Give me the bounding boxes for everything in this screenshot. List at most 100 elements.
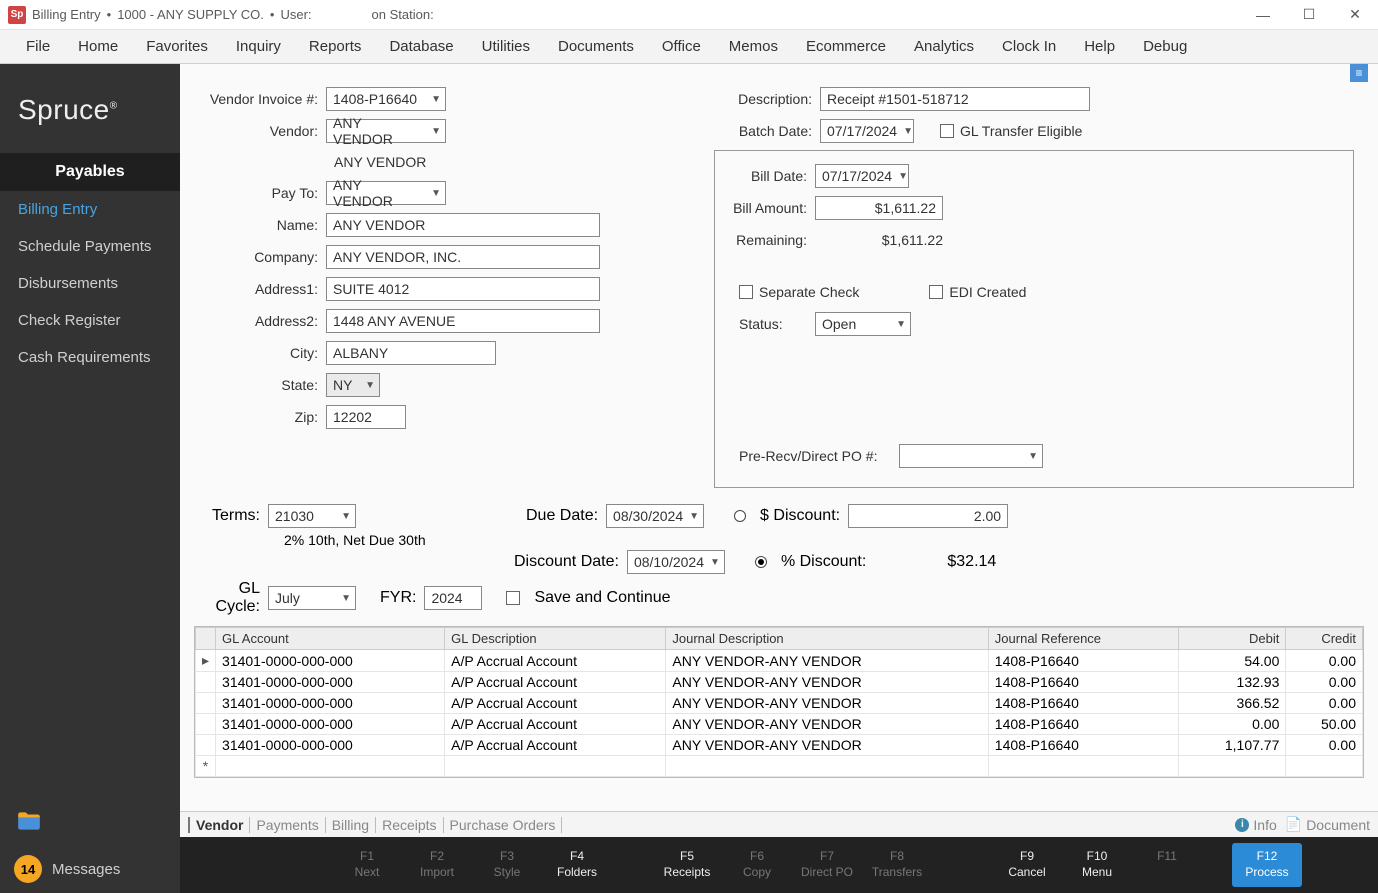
info-button[interactable]: iInfo bbox=[1235, 817, 1276, 833]
table-new-row[interactable]: * bbox=[196, 756, 1363, 777]
payto-select[interactable]: ANY VENDOR▼ bbox=[326, 181, 446, 205]
menu-database[interactable]: Database bbox=[375, 38, 467, 55]
gl-grid[interactable]: GL AccountGL DescriptionJournal Descript… bbox=[194, 626, 1364, 778]
tab-receipts[interactable]: Receipts bbox=[376, 817, 443, 833]
edi-created-checkbox[interactable] bbox=[929, 285, 943, 299]
menu-debug[interactable]: Debug bbox=[1129, 38, 1201, 55]
fkey-f4[interactable]: F4Folders bbox=[542, 843, 612, 886]
batchdate-select[interactable]: 07/17/2024▼ bbox=[820, 119, 914, 143]
state-select[interactable]: NY▼ bbox=[326, 373, 380, 397]
sidebar-item-schedule-payments[interactable]: Schedule Payments bbox=[0, 228, 180, 265]
menu-ecommerce[interactable]: Ecommerce bbox=[792, 38, 900, 55]
label-remaining: Remaining: bbox=[729, 232, 815, 248]
dollar-discount-radio[interactable] bbox=[734, 510, 746, 522]
grid-header[interactable]: Credit bbox=[1286, 628, 1363, 650]
separate-check-checkbox[interactable] bbox=[739, 285, 753, 299]
company-input[interactable] bbox=[326, 245, 600, 269]
grid-header[interactable]: GL Account bbox=[216, 628, 445, 650]
table-row[interactable]: ▸31401-0000-000-000A/P Accrual AccountAN… bbox=[196, 650, 1363, 672]
address1-input[interactable] bbox=[326, 277, 600, 301]
fkey-f3: F3Style bbox=[472, 843, 542, 886]
dollar-discount-input[interactable] bbox=[848, 504, 1008, 528]
menu-documents[interactable]: Documents bbox=[544, 38, 648, 55]
folder-icon[interactable] bbox=[16, 808, 180, 839]
table-row[interactable]: 31401-0000-000-000A/P Accrual AccountANY… bbox=[196, 714, 1363, 735]
menu-file[interactable]: File bbox=[12, 38, 64, 55]
discountdate-select[interactable]: 08/10/2024▼ bbox=[627, 550, 725, 574]
fkey-f12[interactable]: F12Process bbox=[1232, 843, 1302, 886]
tab-billing[interactable]: Billing bbox=[326, 817, 376, 833]
document-button[interactable]: 📄Document bbox=[1285, 816, 1370, 833]
status-select[interactable]: Open▼ bbox=[815, 312, 911, 336]
sidebar-item-billing-entry[interactable]: Billing Entry bbox=[0, 191, 180, 228]
menu-reports[interactable]: Reports bbox=[295, 38, 376, 55]
vendor-invoice-select[interactable]: 1408-P16640▼ bbox=[326, 87, 446, 111]
pct-discount-value: $32.14 bbox=[874, 553, 996, 571]
window-close[interactable]: ✕ bbox=[1332, 0, 1378, 30]
table-row[interactable]: 31401-0000-000-000A/P Accrual AccountANY… bbox=[196, 735, 1363, 756]
menu-clock-in[interactable]: Clock In bbox=[988, 38, 1070, 55]
messages-label: Messages bbox=[52, 861, 120, 878]
table-row[interactable]: 31401-0000-000-000A/P Accrual AccountANY… bbox=[196, 672, 1363, 693]
label-zip: Zip: bbox=[204, 409, 326, 425]
glcycle-select[interactable]: July▼ bbox=[268, 586, 356, 610]
label-batchdate: Batch Date: bbox=[714, 123, 820, 139]
menu-home[interactable]: Home bbox=[64, 38, 132, 55]
chevron-down-icon: ▼ bbox=[341, 511, 351, 522]
window-minimize[interactable]: — bbox=[1240, 0, 1286, 30]
fkey-f5[interactable]: F5Receipts bbox=[652, 843, 722, 886]
label-pct-discount: % Discount: bbox=[781, 553, 866, 571]
menu-analytics[interactable]: Analytics bbox=[900, 38, 988, 55]
address2-input[interactable] bbox=[326, 309, 600, 333]
fyr-input[interactable] bbox=[424, 586, 482, 610]
title-sep: • bbox=[101, 7, 118, 22]
tab-vendor[interactable]: Vendor bbox=[188, 817, 250, 833]
label-savecontinue: Save and Continue bbox=[534, 589, 670, 607]
description-input[interactable] bbox=[820, 87, 1090, 111]
fkey-f8: F8Transfers bbox=[862, 843, 932, 886]
messages-row[interactable]: 14 Messages bbox=[0, 845, 180, 893]
panel-toggle-icon[interactable]: ≡ bbox=[1350, 64, 1368, 82]
prerecv-select[interactable]: ▼ bbox=[899, 444, 1043, 468]
menu-favorites[interactable]: Favorites bbox=[132, 38, 222, 55]
label-dollar-discount: $ Discount: bbox=[760, 507, 840, 525]
menu-memos[interactable]: Memos bbox=[715, 38, 792, 55]
fkey-f11: F11 bbox=[1132, 843, 1202, 886]
pct-discount-radio[interactable] bbox=[755, 556, 767, 568]
remaining-value: $1,611.22 bbox=[815, 232, 943, 248]
label-edicreated: EDI Created bbox=[949, 284, 1026, 300]
menubar: FileHomeFavoritesInquiryReportsDatabaseU… bbox=[0, 30, 1378, 64]
terms-select[interactable]: 21030▼ bbox=[268, 504, 356, 528]
label-description: Description: bbox=[714, 91, 820, 107]
tab-payments[interactable]: Payments bbox=[250, 817, 325, 833]
menu-help[interactable]: Help bbox=[1070, 38, 1129, 55]
bill-box: Bill Date: 07/17/2024▼ Bill Amount: Rema… bbox=[714, 150, 1354, 488]
fkey-f2: F2Import bbox=[402, 843, 472, 886]
vendor-select[interactable]: ANY VENDOR▼ bbox=[326, 119, 446, 143]
sidebar-item-check-register[interactable]: Check Register bbox=[0, 302, 180, 339]
title-station-label: on Station: bbox=[372, 7, 434, 22]
billdate-select[interactable]: 07/17/2024▼ bbox=[815, 164, 909, 188]
save-continue-checkbox[interactable] bbox=[506, 591, 520, 605]
menu-inquiry[interactable]: Inquiry bbox=[222, 38, 295, 55]
sidebar-item-disbursements[interactable]: Disbursements bbox=[0, 265, 180, 302]
name-input[interactable] bbox=[326, 213, 600, 237]
fkey-f10[interactable]: F10Menu bbox=[1062, 843, 1132, 886]
menu-office[interactable]: Office bbox=[648, 38, 715, 55]
grid-header[interactable]: GL Description bbox=[445, 628, 666, 650]
grid-header[interactable]: Journal Reference bbox=[988, 628, 1178, 650]
duedate-select[interactable]: 08/30/2024▼ bbox=[606, 504, 704, 528]
grid-header[interactable]: Debit bbox=[1178, 628, 1286, 650]
grid-header[interactable]: Journal Description bbox=[666, 628, 988, 650]
gl-transfer-checkbox[interactable] bbox=[940, 124, 954, 138]
window-maximize[interactable]: ☐ bbox=[1286, 0, 1332, 30]
billamount-input[interactable] bbox=[815, 196, 943, 220]
sidebar-item-cash-requirements[interactable]: Cash Requirements bbox=[0, 339, 180, 376]
zip-input[interactable] bbox=[326, 405, 406, 429]
tab-purchase-orders[interactable]: Purchase Orders bbox=[444, 817, 563, 833]
city-input[interactable] bbox=[326, 341, 496, 365]
table-row[interactable]: 31401-0000-000-000A/P Accrual AccountANY… bbox=[196, 693, 1363, 714]
menu-utilities[interactable]: Utilities bbox=[468, 38, 544, 55]
chevron-down-icon: ▼ bbox=[896, 319, 906, 330]
fkey-f9[interactable]: F9Cancel bbox=[992, 843, 1062, 886]
